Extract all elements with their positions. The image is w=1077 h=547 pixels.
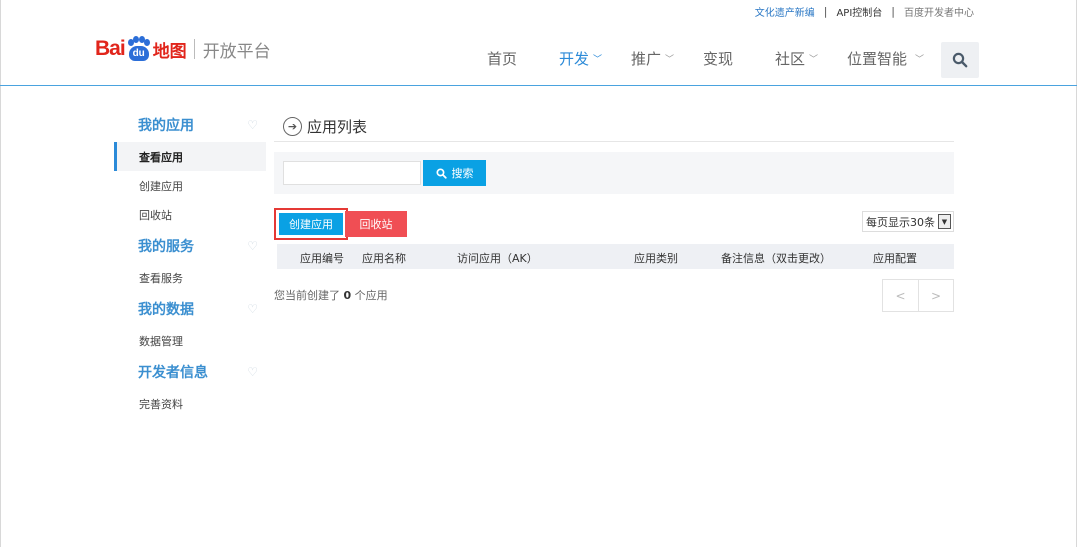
app-count-summary: 您当前创建了 0 个应用 (274, 287, 388, 303)
sidebar-group-my-services[interactable]: 我的服务 ♡ (114, 229, 266, 263)
logo-du-text: du (128, 46, 149, 61)
column-header-app-category: 应用类别 (634, 252, 678, 265)
sidebar-item-recycle-bin[interactable]: 回收站 (114, 200, 266, 229)
baidu-paw-icon: du (126, 36, 152, 62)
nav-promote[interactable]: 推广 ﹀ (631, 48, 674, 69)
dropdown-arrow-icon: ▼ (938, 214, 951, 229)
search-button[interactable]: 搜索 (423, 160, 486, 186)
search-bar: 搜索 (274, 152, 954, 194)
sidebar-item-view-services[interactable]: 查看服务 (114, 263, 266, 292)
top-link-developer-center[interactable]: 百度开发者中心 (904, 4, 974, 19)
logo-map-text: 地图 (152, 41, 187, 62)
chevron-down-icon: ﹀ (665, 55, 675, 65)
page-size-value: 每页显示30条 (866, 215, 935, 229)
column-header-app-config: 应用配置 (873, 252, 917, 265)
sidebar-group-title: 我的应用 (138, 118, 194, 134)
pagination: < > (882, 279, 954, 312)
nav-develop[interactable]: 开发 ﹀ (559, 48, 602, 69)
nav-monetize-label: 变现 (703, 50, 734, 68)
column-header-ak: 访问应用（AK） (457, 252, 538, 265)
chevron-down-icon: ♡ (247, 239, 258, 253)
table-footer: 您当前创建了 0 个应用 < > (274, 279, 954, 313)
search-icon (952, 52, 968, 68)
chevron-down-icon: ♡ (247, 365, 258, 379)
sidebar-group-title: 开发者信息 (138, 365, 208, 381)
chevron-down-icon: ♡ (247, 302, 258, 316)
column-header-app-name: 应用名称 (362, 252, 406, 265)
nav-promote-label: 推广 (631, 50, 662, 68)
sidebar-item-create-app[interactable]: 创建应用 (114, 171, 266, 200)
nav-monetize[interactable]: 变现 (703, 48, 733, 69)
chevron-down-icon: ﹀ (593, 55, 603, 65)
nav-community[interactable]: 社区 ﹀ (775, 48, 818, 69)
header-search-button[interactable] (941, 42, 979, 78)
summary-suffix: 个应用 (354, 289, 388, 302)
top-link-api-console[interactable]: API控制台 (836, 4, 882, 19)
page-title: 应用列表 (307, 118, 368, 136)
column-header-app-id: 应用编号 (300, 252, 344, 265)
nav-community-label: 社区 (775, 50, 806, 68)
sidebar-item-data-management[interactable]: 数据管理 (114, 326, 266, 355)
app-search-input[interactable] (283, 161, 421, 185)
logo-subtitle: 开放平台 (202, 41, 271, 62)
chevron-down-icon: ♡ (247, 118, 258, 132)
page-size-select[interactable]: 每页显示30条 ▼ (862, 211, 954, 232)
next-page-button[interactable]: > (918, 280, 953, 311)
top-link-separator: | (891, 5, 895, 18)
sidebar-group-title: 我的数据 (138, 302, 194, 318)
arrow-right-circle-icon: ➔ (283, 117, 302, 136)
sidebar-group-developer-info[interactable]: 开发者信息 ♡ (114, 355, 266, 389)
chevron-down-icon: ﹀ (809, 55, 819, 65)
page-title-row: ➔ 应用列表 (274, 112, 954, 142)
main-content: ➔ 应用列表 搜索 创建应用 回收站 每页显示30条 ▼ 应用编号 应用名称 访… (274, 112, 954, 313)
top-links: 文化遗产新编 | API控制台 | 百度开发者中心 (755, 4, 974, 19)
create-app-button[interactable]: 创建应用 (279, 213, 343, 235)
nav-location-intelligence-label: 位置智能 (847, 50, 908, 68)
search-button-label: 搜索 (451, 167, 474, 180)
recycle-bin-button[interactable]: 回收站 (345, 211, 407, 237)
sidebar: 我的应用 ♡ 查看应用 创建应用 回收站 我的服务 ♡ 查看服务 我的数据 ♡ … (114, 108, 266, 418)
logo-bai-text: Bai (95, 37, 126, 60)
top-link-separator: | (823, 5, 828, 18)
nav-develop-label: 开发 (559, 50, 590, 68)
nav-location-intelligence[interactable]: 位置智能 ﹀ (847, 48, 924, 69)
sidebar-item-view-apps[interactable]: 查看应用 (114, 142, 266, 171)
create-app-highlight: 创建应用 (274, 208, 348, 240)
column-header-remark: 备注信息（双击更改） (721, 252, 831, 265)
top-link-heritage[interactable]: 文化遗产新编 (755, 4, 815, 19)
summary-prefix: 您当前创建了 (274, 289, 340, 302)
sidebar-group-title: 我的服务 (138, 239, 194, 255)
app-count: 0 (343, 289, 352, 302)
chevron-down-icon: ﹀ (915, 55, 925, 65)
sidebar-group-my-data[interactable]: 我的数据 ♡ (114, 292, 266, 326)
sidebar-group-my-apps[interactable]: 我的应用 ♡ (114, 108, 266, 142)
site-header: Bai du 地图 开放平台 首页 开发 ﹀ 推广 ﹀ 变现 社区 ﹀ 位置智能… (0, 24, 1077, 86)
sidebar-item-complete-profile[interactable]: 完善资料 (114, 389, 266, 418)
baidu-map-logo[interactable]: Bai du 地图 开放平台 (95, 36, 271, 62)
prev-page-button[interactable]: < (883, 280, 918, 311)
table-header: 应用编号 应用名称 访问应用（AK） 应用类别 备注信息（双击更改） 应用配置 (277, 244, 954, 269)
nav-home-label: 首页 (487, 50, 518, 68)
action-row: 创建应用 回收站 每页显示30条 ▼ (274, 208, 954, 240)
search-icon (435, 167, 447, 179)
logo-divider (193, 39, 195, 59)
nav-home[interactable]: 首页 (487, 48, 517, 69)
